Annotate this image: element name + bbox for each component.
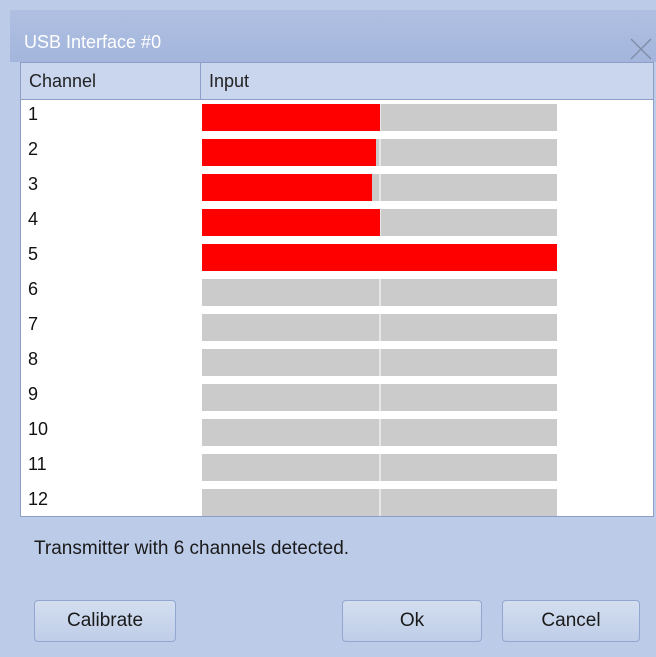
input-level-bar [202, 209, 557, 236]
input-level-bar [202, 244, 557, 271]
bar-center-divider [379, 454, 381, 481]
bar-center-divider [379, 174, 381, 201]
status-message: Transmitter with 6 channels detected. [34, 538, 350, 559]
cancel-button[interactable]: Cancel [502, 600, 640, 642]
bar-center-divider [379, 349, 381, 376]
input-level-bar [202, 454, 557, 481]
channel-number: 6 [28, 279, 39, 299]
input-level-bar [202, 349, 557, 376]
channel-number: 12 [28, 489, 49, 509]
input-level-bar [202, 279, 557, 306]
input-level-bar [202, 139, 557, 166]
input-level-bar [202, 174, 557, 201]
channel-number: 10 [28, 419, 49, 439]
ok-button[interactable]: Ok [342, 600, 482, 642]
input-level-bar [202, 489, 557, 516]
channel-table: Channel Input 1 2 3 4 5 6 7 8 9 10 11 12 [20, 62, 654, 517]
bar-center-divider [379, 489, 381, 516]
channel-number: 4 [28, 209, 39, 229]
input-level-bar [202, 419, 557, 446]
table-header: Channel Input [21, 63, 653, 100]
table-row: 6 [21, 275, 653, 310]
channel-number: 11 [28, 454, 47, 474]
table-row: 1 [21, 100, 653, 135]
table-row: 3 [21, 170, 653, 205]
table-row: 10 [21, 415, 653, 450]
input-level-fill [202, 244, 557, 271]
channel-number: 5 [28, 244, 39, 264]
table-row: 2 [21, 135, 653, 170]
input-level-bar [202, 314, 557, 341]
title-bar[interactable]: USB Interface #0 [10, 10, 656, 62]
table-row: 4 [21, 205, 653, 240]
dialog-title: USB Interface #0 [24, 32, 162, 52]
calibrate-button[interactable]: Calibrate [34, 600, 176, 642]
column-header-input[interactable]: Input [201, 63, 653, 99]
input-level-bar [202, 104, 557, 131]
input-level-bar [202, 384, 557, 411]
table-row: 11 [21, 450, 653, 485]
usb-interface-dialog: USB Interface #0 Channel Input 123456789… [0, 0, 656, 657]
column-header-channel[interactable]: Channel [21, 63, 201, 99]
table-row: 5 [21, 240, 653, 275]
input-level-fill [202, 139, 376, 166]
table-row: 8 [21, 345, 653, 380]
input-level-fill [202, 209, 380, 236]
channel-number: 9 [28, 384, 39, 404]
bar-center-divider [379, 139, 381, 166]
table-row: 7 [21, 310, 653, 345]
table-row: 12 [21, 485, 653, 520]
bar-center-divider [379, 279, 381, 306]
bar-center-divider [379, 314, 381, 341]
channel-number: 8 [28, 349, 39, 369]
channel-number: 2 [28, 139, 39, 159]
input-level-fill [202, 104, 380, 131]
channel-number: 7 [28, 314, 39, 334]
bar-center-divider [379, 419, 381, 446]
bar-center-divider [379, 384, 381, 411]
channel-number: 1 [28, 104, 39, 124]
input-level-fill [202, 174, 372, 201]
channel-number: 3 [28, 174, 39, 194]
close-icon[interactable] [628, 36, 654, 62]
table-row: 9 [21, 380, 653, 415]
